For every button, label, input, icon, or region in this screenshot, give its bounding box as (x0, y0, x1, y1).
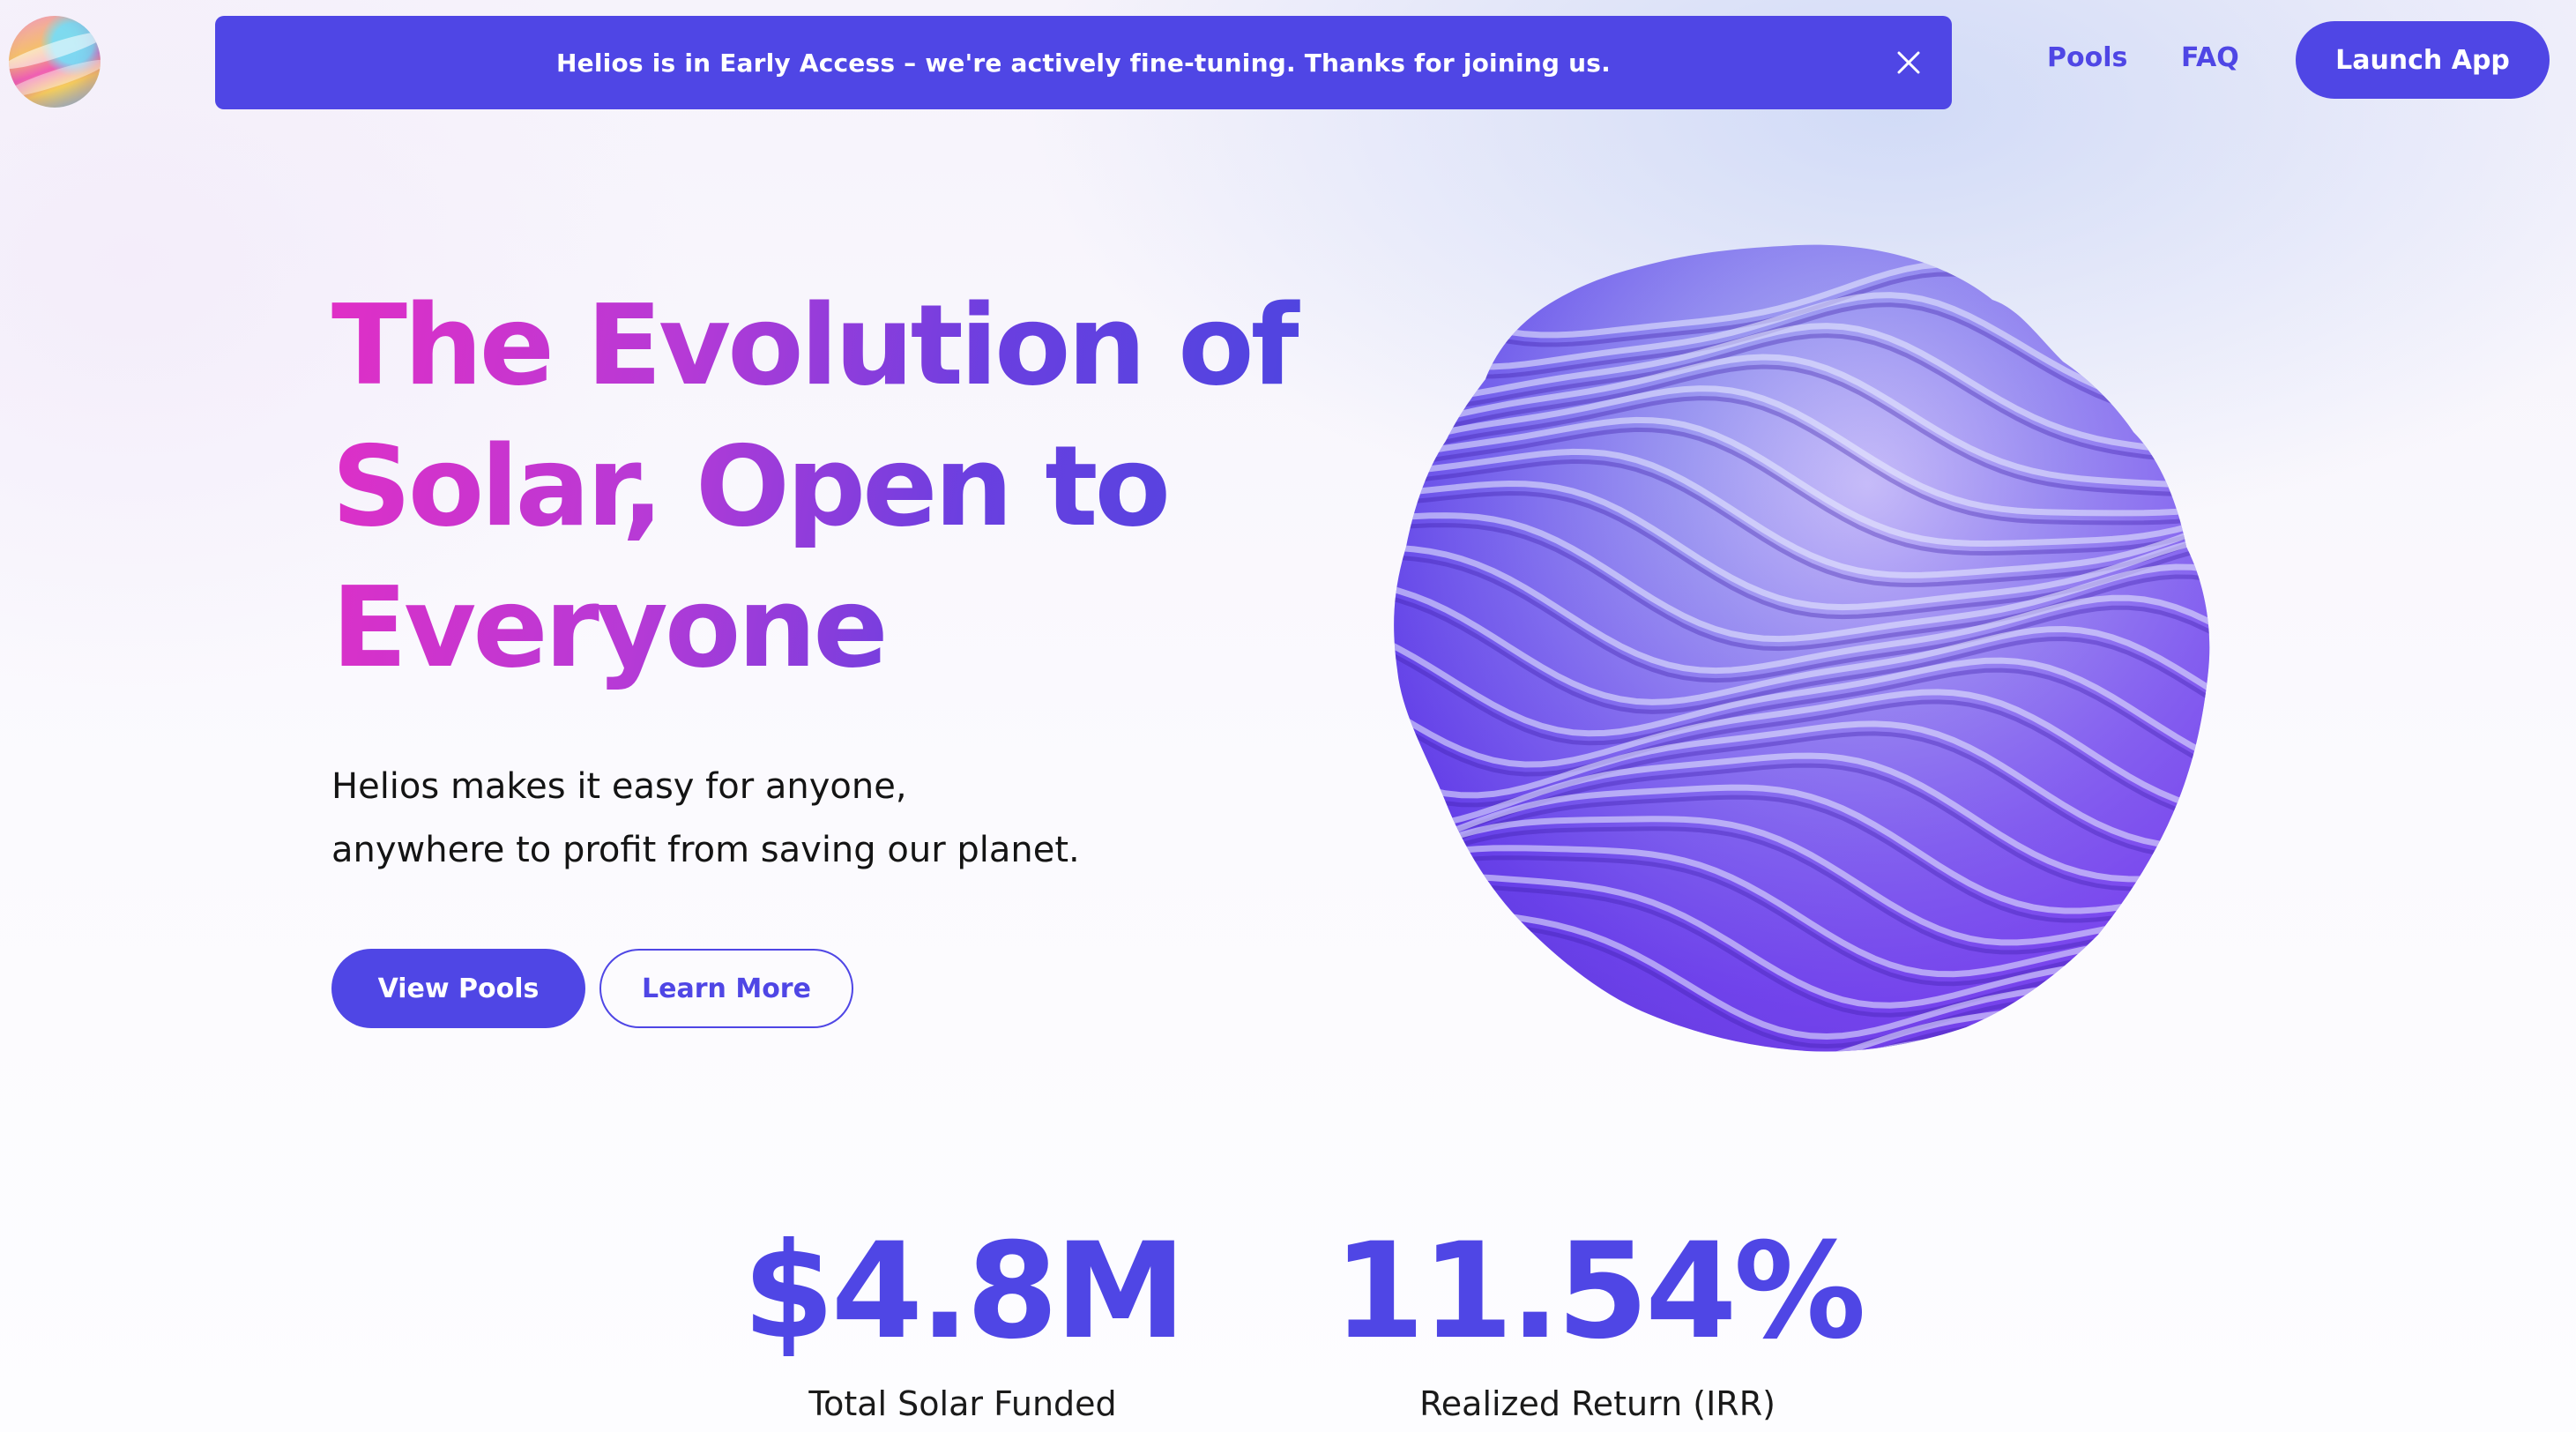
nav-link-pools[interactable]: Pools (2047, 42, 2127, 73)
hero-subtitle-line: anywhere to profit from saving our plane… (331, 830, 1080, 870)
early-access-banner: Helios is in Early Access – we're active… (215, 16, 1952, 109)
hero-title-line: The Evolution of (331, 280, 1296, 410)
close-icon[interactable] (1895, 49, 1922, 76)
wavy-sphere-illustration (1394, 244, 2210, 1052)
view-pools-button[interactable]: View Pools (331, 949, 585, 1028)
stat-label: Realized Return (IRR) (1419, 1384, 1776, 1423)
nav-link-faq[interactable]: FAQ (2181, 42, 2239, 73)
hero-subtitle-line: Helios makes it easy for anyone, (331, 766, 907, 807)
hero-title-line: Solar, Open to (331, 421, 1168, 551)
stat-label: Total Solar Funded (808, 1384, 1117, 1423)
learn-more-button[interactable]: Learn More (599, 949, 853, 1028)
stat-value: 11.54% (1333, 1215, 1866, 1369)
stat-value: $4.8M (742, 1215, 1186, 1369)
stat-total-solar-funded: $4.8M Total Solar Funded (698, 1217, 1227, 1423)
stat-realized-return: 11.54% Realized Return (IRR) (1333, 1215, 1866, 1423)
launch-app-button[interactable]: Launch App (2296, 21, 2550, 99)
hero-title-line: Everyone (331, 563, 885, 692)
helios-logo-icon[interactable] (9, 16, 101, 108)
hero-subtitle: Helios makes it easy for anyone, anywher… (331, 755, 1080, 882)
hero-title: The Evolution of Solar, Open to Everyone (331, 275, 1301, 698)
banner-message: Helios is in Early Access – we're active… (556, 48, 1611, 78)
